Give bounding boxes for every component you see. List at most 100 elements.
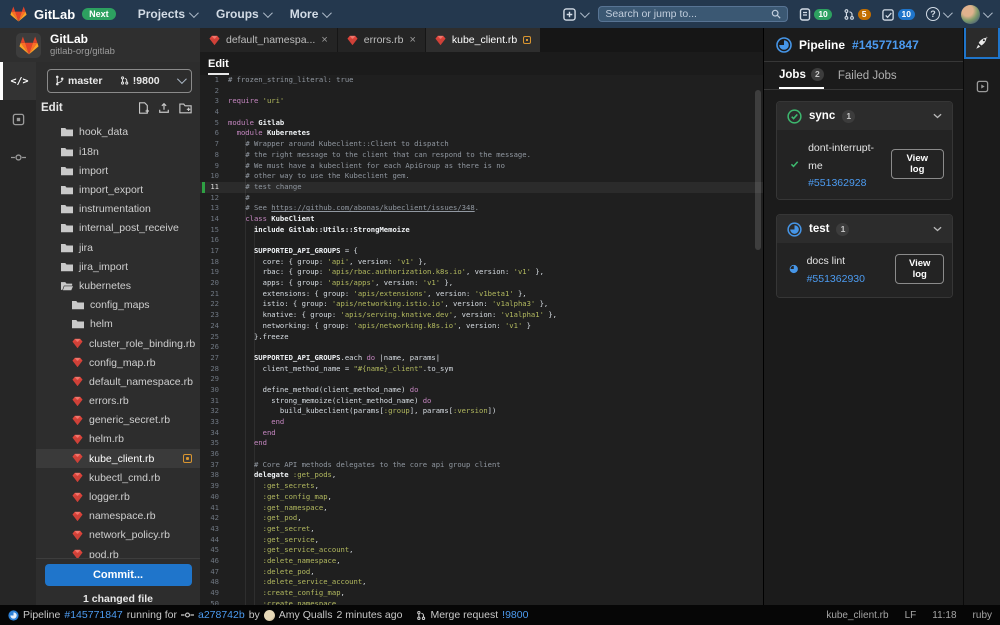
code-line[interactable]: 41 :get_namespace, [200, 503, 763, 514]
statusbar-filename[interactable]: kube_client.rb [826, 610, 888, 621]
job-id-link[interactable]: #551362928 [808, 177, 882, 189]
tree-item-kubectl_cmd.rb[interactable]: kubectl_cmd.rb [36, 468, 200, 487]
code-line[interactable]: 35 end [200, 438, 763, 449]
nav-menu-projects[interactable]: Projects [138, 7, 199, 21]
code-line[interactable]: 29 [200, 374, 763, 385]
tree-item-i18n[interactable]: i18n [36, 142, 200, 161]
live-preview-tool-button[interactable] [964, 71, 1000, 102]
code-line[interactable]: 24 networking: { group: 'apis/networking… [200, 321, 763, 332]
code-line[interactable]: 15 include Gitlab::Utils::StrongMemoize [200, 225, 763, 236]
tree-item-helm.rb[interactable]: helm.rb [36, 430, 200, 449]
code-line[interactable]: 14 class KubeClient [200, 214, 763, 225]
code-line[interactable]: 27 SUPPORTED_API_GROUPS.each do |name, p… [200, 353, 763, 364]
tree-item-hook_data[interactable]: hook_data [36, 123, 200, 142]
statusbar-language[interactable]: ruby [973, 610, 992, 621]
commit-button[interactable]: Commit... [44, 564, 192, 586]
stage-header[interactable]: sync 1 [777, 102, 952, 130]
statusbar-eol[interactable]: LF [905, 610, 917, 621]
code-line[interactable]: 31 strong_memoize(client_method_name) do [200, 396, 763, 407]
tab-failed-jobs[interactable]: Failed Jobs [838, 62, 897, 89]
user-menu[interactable] [961, 4, 993, 24]
code-line[interactable]: 1 # frozen_string_literal: true [200, 75, 763, 86]
code-line[interactable]: 28 client_method_name = "#{name}_client"… [200, 364, 763, 375]
commit-sha-link[interactable]: a278742b [198, 609, 245, 621]
code-line[interactable]: 39 :get_secrets, [200, 481, 763, 492]
code-line[interactable]: 47 :delete_pod, [200, 567, 763, 578]
code-line[interactable]: 32 build_kubeclient(params[:group], para… [200, 406, 763, 417]
code-line[interactable]: 18 core: { group: 'api', version: 'v1' }… [200, 257, 763, 268]
editor-tab-errors.rb[interactable]: errors.rb × [337, 28, 426, 52]
code-line[interactable]: 9 # We must have a kubeclient for each A… [200, 161, 763, 172]
code-line[interactable]: 7 # Wrapper around Kubeclient::Client to… [200, 139, 763, 150]
job-id-link[interactable]: #551362930 [807, 273, 865, 285]
activity-review-button[interactable] [0, 100, 36, 138]
pipeline-id-link[interactable]: #145771847 [64, 609, 122, 621]
tree-item-generic_secret.rb[interactable]: generic_secret.rb [36, 411, 200, 430]
code-line[interactable]: 37 # Core API methods delegates to the c… [200, 460, 763, 471]
activity-edit-button[interactable]: </> [0, 62, 36, 100]
tree-item-cluster_role_binding.rb[interactable]: cluster_role_binding.rb [36, 334, 200, 353]
search-input[interactable] [605, 8, 772, 20]
nav-menu-groups[interactable]: Groups [216, 7, 273, 21]
brand-title[interactable]: GitLab [34, 7, 75, 22]
code-line[interactable]: 43 :get_secret, [200, 524, 763, 535]
code-line[interactable]: 2 [200, 86, 763, 97]
code-line[interactable]: 21 extensions: { group: 'apis/extensions… [200, 289, 763, 300]
code-editor[interactable]: 1 # frozen_string_literal: true 2 3 require … [200, 75, 763, 605]
help-menu[interactable]: ? [926, 7, 953, 21]
code-line[interactable]: 40 :get_config_map, [200, 492, 763, 503]
code-line[interactable]: 19 rbac: { group: 'apis/rbac.authorizati… [200, 267, 763, 278]
code-line[interactable]: 48 :delete_service_account, [200, 577, 763, 588]
code-line[interactable]: 46 :delete_namespace, [200, 556, 763, 567]
tree-item-internal_post_receive[interactable]: internal_post_receive [36, 219, 200, 238]
editor-tab-default_namespa...[interactable]: default_namespa... × [200, 28, 338, 52]
statusbar-merge-request[interactable]: Merge request !9800 [416, 609, 528, 621]
code-line[interactable]: 30 define_method(client_method_name) do [200, 385, 763, 396]
code-line[interactable]: 25 }.freeze [200, 332, 763, 343]
gitlab-logo-icon[interactable] [10, 6, 27, 22]
code-line[interactable]: 11 # test change [200, 181, 763, 193]
code-line[interactable]: 6 module Kubernetes [200, 128, 763, 139]
new-menu-button[interactable] [563, 7, 591, 21]
view-log-button[interactable]: View log [890, 148, 944, 179]
tree-item-import[interactable]: import [36, 161, 200, 180]
code-line[interactable]: 33 end [200, 417, 763, 428]
code-line[interactable]: 8 # the right message to the client that… [200, 150, 763, 161]
code-line[interactable]: 12 # [200, 193, 763, 204]
code-line[interactable]: 26 [200, 342, 763, 353]
tab-edit-mode[interactable]: Edit [208, 58, 229, 75]
code-line[interactable]: 44 :get_service, [200, 535, 763, 546]
code-line[interactable]: 34 end [200, 428, 763, 439]
mr-link[interactable]: !9800 [502, 609, 528, 621]
tree-item-import_export[interactable]: import_export [36, 180, 200, 199]
tree-item-jira[interactable]: jira [36, 238, 200, 257]
stage-header[interactable]: test 1 [777, 215, 952, 243]
tree-item-pod.rb[interactable]: pod.rb [36, 545, 200, 558]
code-line[interactable]: 13 # See https://github.com/abonas/kubec… [200, 203, 763, 214]
tree-item-helm[interactable]: helm [36, 315, 200, 334]
code-line[interactable]: 36 [200, 449, 763, 460]
statusbar-pipeline[interactable]: Pipeline #145771847 running for a278742b… [8, 609, 402, 621]
tree-item-jira_import[interactable]: jira_import [36, 257, 200, 276]
merge-requests-counter[interactable]: 5 [843, 8, 871, 21]
nav-menu-more[interactable]: More [290, 7, 333, 21]
editor-tab-kube_client.rb[interactable]: kube_client.rb [425, 28, 542, 52]
tree-item-namespace.rb[interactable]: namespace.rb [36, 507, 200, 526]
code-line[interactable]: 49 :create_config_map, [200, 588, 763, 599]
pipelines-tool-button[interactable] [964, 28, 1000, 59]
view-log-button[interactable]: View log [895, 254, 944, 284]
upload-icon[interactable] [158, 102, 170, 114]
tree-item-config_map.rb[interactable]: config_map.rb [36, 353, 200, 372]
branch-selector[interactable]: master !9800 [47, 69, 192, 93]
search-box[interactable] [598, 6, 789, 22]
tab-jobs[interactable]: Jobs 2 [779, 62, 824, 89]
tree-item-logger.rb[interactable]: logger.rb [36, 487, 200, 506]
close-icon[interactable]: × [409, 35, 415, 46]
code-line[interactable]: 23 knative: { group: 'apis/serving.knati… [200, 310, 763, 321]
pipeline-id-link[interactable]: #145771847 [852, 38, 919, 52]
issues-counter[interactable]: 10 [799, 7, 832, 21]
tree-item-network_policy.rb[interactable]: network_policy.rb [36, 526, 200, 545]
tree-item-kubernetes[interactable]: kubernetes [36, 276, 200, 295]
code-line[interactable]: 4 [200, 107, 763, 118]
code-line[interactable]: 17 SUPPORTED_API_GROUPS = { [200, 246, 763, 257]
